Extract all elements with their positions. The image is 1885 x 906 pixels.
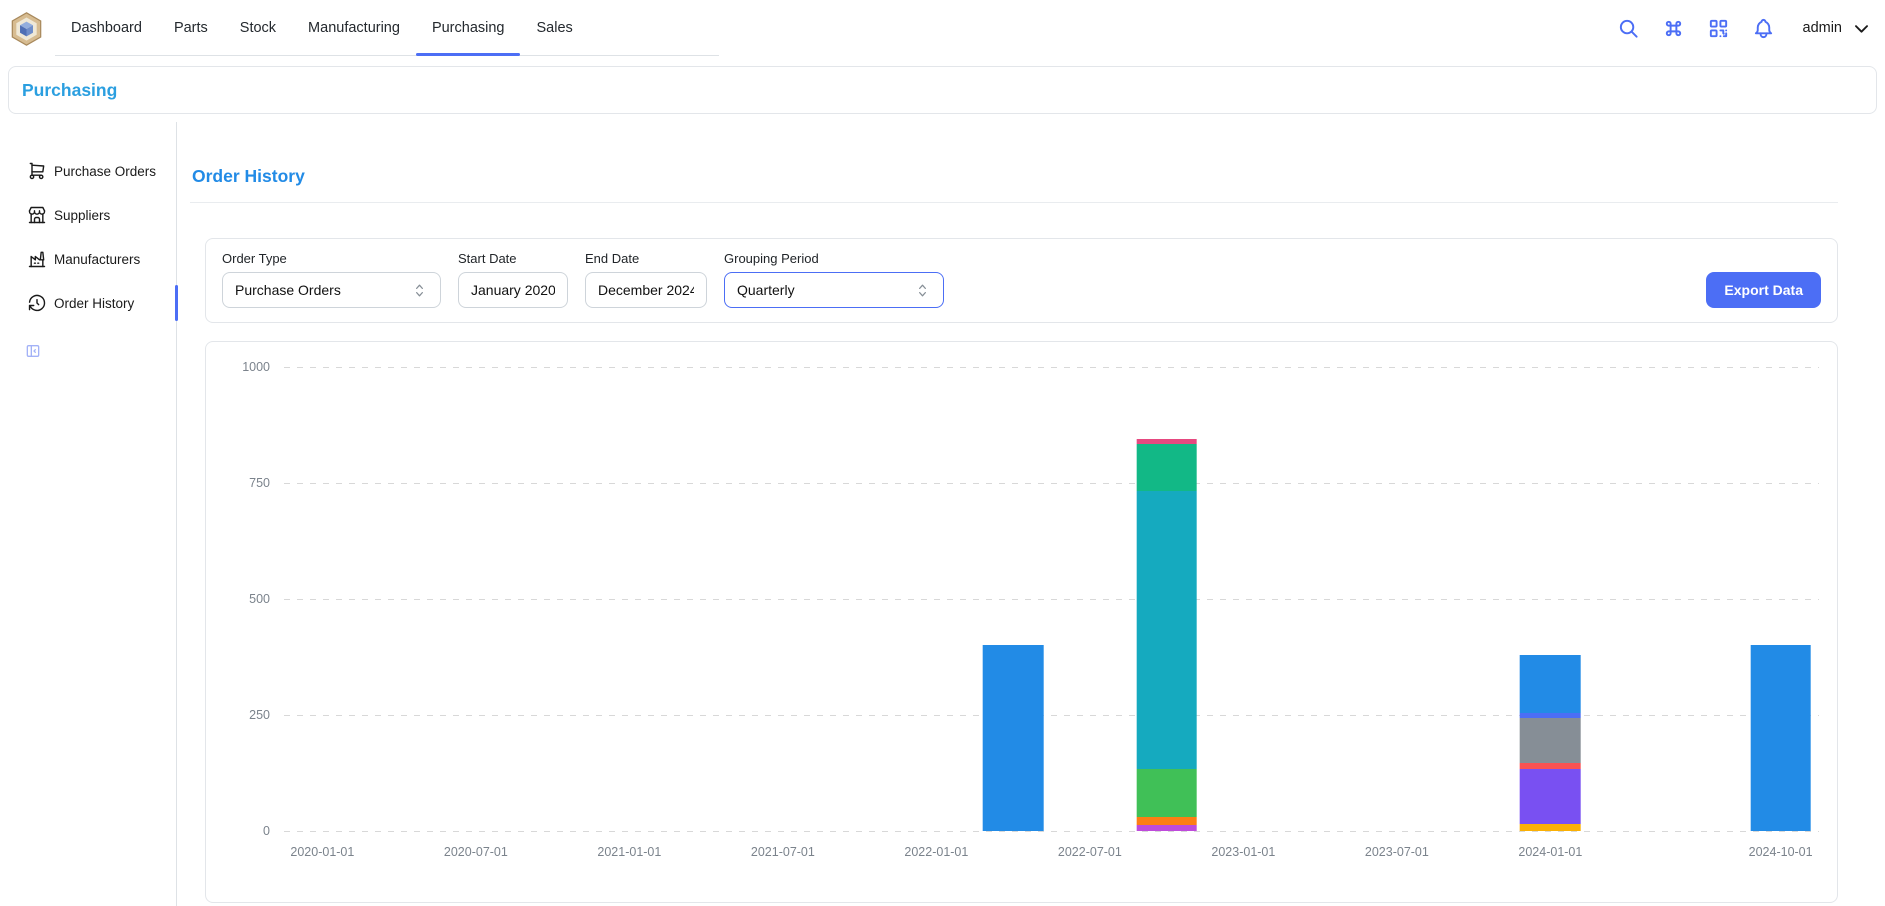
y-axis-tick-label: 750 <box>249 476 270 490</box>
grouping-period-field: Grouping Period Quarterly <box>724 251 944 308</box>
section-title: Order History <box>192 166 1838 187</box>
bar-segment-blue[interactable] <box>1750 645 1811 831</box>
gridline-250 <box>284 715 1819 716</box>
gridline-750 <box>284 483 1819 484</box>
end-date-field: End Date <box>585 251 707 308</box>
sidebar-item-label: Order History <box>54 296 134 311</box>
y-axis-tick-label: 1000 <box>242 360 270 374</box>
y-axis-tick-label: 250 <box>249 708 270 722</box>
end-date-label: End Date <box>585 251 707 266</box>
tab-dashboard-label: Dashboard <box>71 20 142 36</box>
main-tabs: Dashboard Parts Stock Manufacturing Purc… <box>55 0 719 56</box>
start-date-input[interactable] <box>458 272 568 308</box>
y-axis-tick-label: 500 <box>249 592 270 606</box>
bar-segment-grape[interactable] <box>1136 825 1197 831</box>
user-menu[interactable]: admin <box>1803 19 1872 38</box>
chart-plot-area: 025050075010002020-01-012020-07-012021-0… <box>284 367 1819 831</box>
export-data-button[interactable]: Export Data <box>1706 272 1821 308</box>
x-axis-tick-label: 2020-01-01 <box>290 845 354 859</box>
order-type-label: Order Type <box>222 251 441 266</box>
order-history-chart-card: 0 250 500 750 1000 2020-01-01 2020-07-01 2021-0… <box>205 341 1838 903</box>
tab-stock-label: Stock <box>240 20 276 36</box>
bar-segment-violet[interactable] <box>1520 769 1581 824</box>
purchasing-sidebar: Purchase Orders Suppliers Manufacturers <box>25 122 177 906</box>
x-axis-tick-label: 2024-01-01 <box>1518 845 1582 859</box>
grouping-period-value: Quarterly <box>737 282 795 298</box>
sidebar-item-label: Manufacturers <box>54 252 140 267</box>
x-axis-tick-label: 2024-10-01 <box>1749 845 1813 859</box>
order-type-field: Order Type Purchase Orders <box>222 251 441 308</box>
bar-segment-teal[interactable] <box>1136 444 1197 491</box>
bar-2022-04-01[interactable] <box>983 645 1044 831</box>
tab-parts-label: Parts <box>174 20 208 36</box>
bar-segment-cyan[interactable] <box>1136 491 1197 769</box>
end-date-input[interactable] <box>585 272 707 308</box>
grouping-period-select[interactable]: Quarterly <box>724 272 944 308</box>
content-area: Purchase Orders Suppliers Manufacturers <box>0 122 1885 906</box>
tab-sales[interactable]: Sales <box>520 0 588 55</box>
tab-dashboard[interactable]: Dashboard <box>55 0 158 55</box>
x-axis-tick-label: 2023-07-01 <box>1365 845 1429 859</box>
tab-manufacturing[interactable]: Manufacturing <box>292 0 416 55</box>
main-panel: Order History Order Type Purchase Orders… <box>177 122 1838 906</box>
bar-2024-01-01[interactable] <box>1520 655 1581 831</box>
tab-sales-label: Sales <box>536 20 572 36</box>
bar-segment-blue[interactable] <box>1520 655 1581 713</box>
tab-parts[interactable]: Parts <box>158 0 224 55</box>
tab-purchasing-label: Purchasing <box>432 20 505 36</box>
page-title[interactable]: Purchasing <box>22 80 117 101</box>
gridline-500 <box>284 599 1819 600</box>
username: admin <box>1803 20 1843 36</box>
sidebar-item-purchase-orders[interactable]: Purchase Orders <box>25 149 176 193</box>
chevron-down-icon <box>1852 19 1871 38</box>
x-axis-tick-label: 2023-01-01 <box>1211 845 1275 859</box>
page-header-card: Purchasing <box>8 66 1877 114</box>
tab-manufacturing-label: Manufacturing <box>308 20 400 36</box>
search-icon[interactable] <box>1617 17 1640 40</box>
order-type-select[interactable]: Purchase Orders <box>222 272 441 308</box>
bar-segment-gray[interactable] <box>1520 718 1581 763</box>
x-axis-tick-label: 2021-01-01 <box>597 845 661 859</box>
navbar-actions: admin <box>1617 17 1872 40</box>
start-date-label: Start Date <box>458 251 568 266</box>
building-store-icon <box>27 205 47 225</box>
section-divider <box>190 202 1838 203</box>
gridline-0 <box>284 831 1819 832</box>
bar-2024-10-01[interactable] <box>1750 645 1811 831</box>
history-icon <box>27 293 47 313</box>
selector-icon <box>914 282 931 299</box>
building-factory-icon <box>27 249 47 269</box>
sidebar-item-suppliers[interactable]: Suppliers <box>25 193 176 237</box>
bar-2022-10-01[interactable] <box>1136 439 1197 831</box>
x-axis-tick-label: 2021-07-01 <box>751 845 815 859</box>
x-axis-tick-label: 2020-07-01 <box>444 845 508 859</box>
sidebar-item-order-history[interactable]: Order History <box>25 281 176 325</box>
y-axis-tick-label: 0 <box>263 824 270 838</box>
bar-segment-green[interactable] <box>1136 769 1197 817</box>
gridline-1000 <box>284 367 1819 368</box>
bar-segment-yellow[interactable] <box>1520 824 1581 831</box>
command-icon[interactable] <box>1662 17 1685 40</box>
tab-purchasing[interactable]: Purchasing <box>416 0 521 55</box>
order-type-value: Purchase Orders <box>235 282 341 298</box>
tab-stock[interactable]: Stock <box>224 0 292 55</box>
sidebar-item-manufacturers[interactable]: Manufacturers <box>25 237 176 281</box>
sidebar-item-label: Purchase Orders <box>54 164 156 179</box>
bar-segment-orange[interactable] <box>1136 817 1197 825</box>
bell-icon[interactable] <box>1752 17 1775 40</box>
shopping-cart-icon <box>27 161 47 181</box>
filter-card: Order Type Purchase Orders Start Date En… <box>205 238 1838 323</box>
inventree-logo-icon[interactable] <box>8 9 45 49</box>
sidebar-item-label: Suppliers <box>54 208 110 223</box>
start-date-field: Start Date <box>458 251 568 308</box>
bar-segment-blue[interactable] <box>983 645 1044 831</box>
collapse-sidebar-icon[interactable] <box>25 343 176 359</box>
selector-icon <box>411 282 428 299</box>
top-navbar: Dashboard Parts Stock Manufacturing Purc… <box>0 0 1885 56</box>
x-axis-tick-label: 2022-07-01 <box>1058 845 1122 859</box>
x-axis-tick-label: 2022-01-01 <box>904 845 968 859</box>
qrcode-scan-icon[interactable] <box>1707 17 1730 40</box>
grouping-period-label: Grouping Period <box>724 251 944 266</box>
